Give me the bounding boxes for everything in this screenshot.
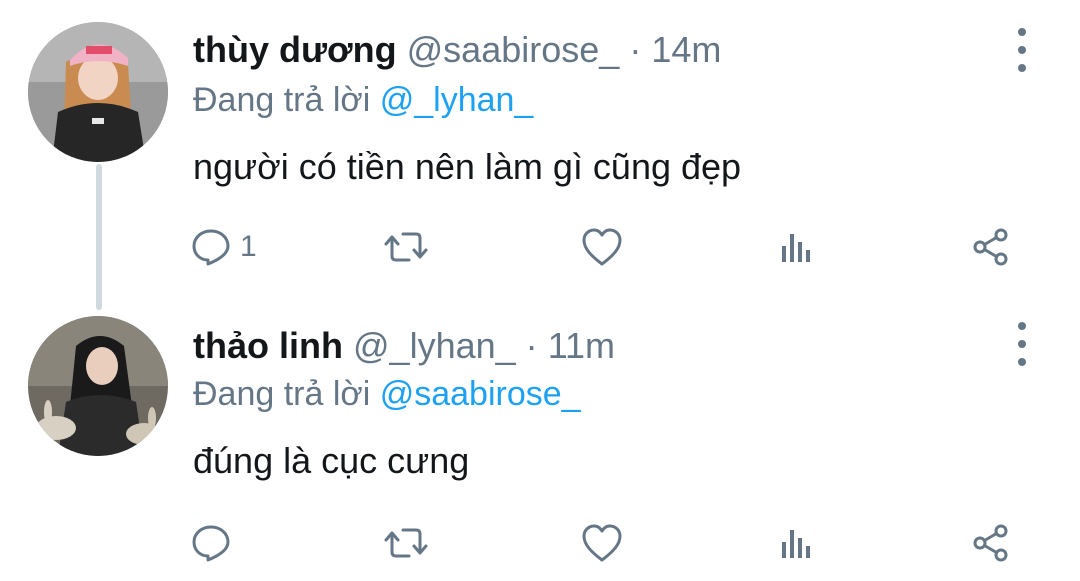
replying-to-mention[interactable]: @saabirose_ bbox=[380, 375, 581, 413]
views-icon bbox=[782, 234, 810, 262]
replying-to-mention[interactable]: @_lyhan_ bbox=[380, 81, 534, 119]
more-options-button[interactable] bbox=[1008, 322, 1036, 366]
share-button[interactable] bbox=[970, 222, 1012, 272]
more-vertical-icon-dot bbox=[1018, 340, 1026, 348]
retweet-button[interactable] bbox=[383, 222, 429, 272]
display-name[interactable]: thùy dương bbox=[193, 29, 397, 70]
retweet-button[interactable] bbox=[383, 518, 429, 568]
separator-dot: · bbox=[525, 325, 538, 366]
retweet-icon bbox=[384, 528, 428, 558]
views-button[interactable] bbox=[774, 222, 816, 272]
like-button[interactable] bbox=[580, 518, 624, 568]
replying-to-line: Đang trả lời @saabirose_ bbox=[193, 372, 581, 416]
tweet-header: thảo linh @_lyhan_ · 11m bbox=[193, 324, 615, 368]
retweet-icon bbox=[384, 232, 428, 262]
avatar-photo bbox=[28, 22, 168, 162]
display-name[interactable]: thảo linh bbox=[193, 325, 343, 366]
replying-to-line: Đang trả lời @_lyhan_ bbox=[193, 78, 533, 122]
replying-to-label: Đang trả lời bbox=[193, 375, 371, 413]
tweet-text: đúng là cục cưng bbox=[193, 440, 470, 481]
views-button[interactable] bbox=[774, 518, 816, 568]
like-icon bbox=[582, 524, 622, 562]
views-icon bbox=[782, 530, 810, 558]
more-vertical-icon-dot bbox=[1018, 64, 1026, 72]
tweet-actions: 1 bbox=[190, 222, 1020, 272]
more-options-button[interactable] bbox=[1008, 28, 1036, 72]
more-vertical-icon-dot bbox=[1018, 358, 1026, 366]
replying-to-label: Đang trả lời bbox=[193, 81, 371, 119]
reply-button[interactable] bbox=[190, 518, 240, 568]
reply-count: 1 bbox=[240, 230, 257, 263]
avatar-photo bbox=[28, 316, 168, 456]
more-vertical-icon-dot bbox=[1018, 46, 1026, 54]
separator-dot: · bbox=[629, 29, 642, 70]
timestamp[interactable]: 11m bbox=[548, 325, 615, 366]
more-vertical-icon bbox=[1018, 322, 1026, 330]
tweet-header: thùy dương @saabirose_ · 14m bbox=[193, 28, 721, 72]
tweet[interactable]: thùy dương @saabirose_ · 14m Đang trả lờ… bbox=[0, 0, 1080, 300]
more-vertical-icon bbox=[1018, 28, 1026, 36]
share-icon bbox=[973, 228, 1008, 266]
timestamp[interactable]: 14m bbox=[651, 29, 721, 70]
tweet-text: người có tiền nên làm gì cũng đẹp bbox=[193, 146, 742, 187]
user-handle[interactable]: @saabirose_ bbox=[407, 29, 620, 70]
reply-icon bbox=[192, 229, 230, 266]
like-icon bbox=[582, 228, 622, 266]
share-button[interactable] bbox=[970, 518, 1012, 568]
reply-icon bbox=[192, 525, 230, 562]
reply-button[interactable]: 1 bbox=[190, 222, 257, 272]
tweet-actions bbox=[190, 518, 1020, 568]
avatar[interactable] bbox=[28, 316, 168, 456]
avatar[interactable] bbox=[28, 22, 168, 162]
tweet[interactable]: thảo linh @_lyhan_ · 11m Đang trả lời @s… bbox=[0, 300, 1080, 581]
share-icon bbox=[973, 524, 1008, 562]
like-button[interactable] bbox=[580, 222, 624, 272]
user-handle[interactable]: @_lyhan_ bbox=[353, 325, 516, 366]
